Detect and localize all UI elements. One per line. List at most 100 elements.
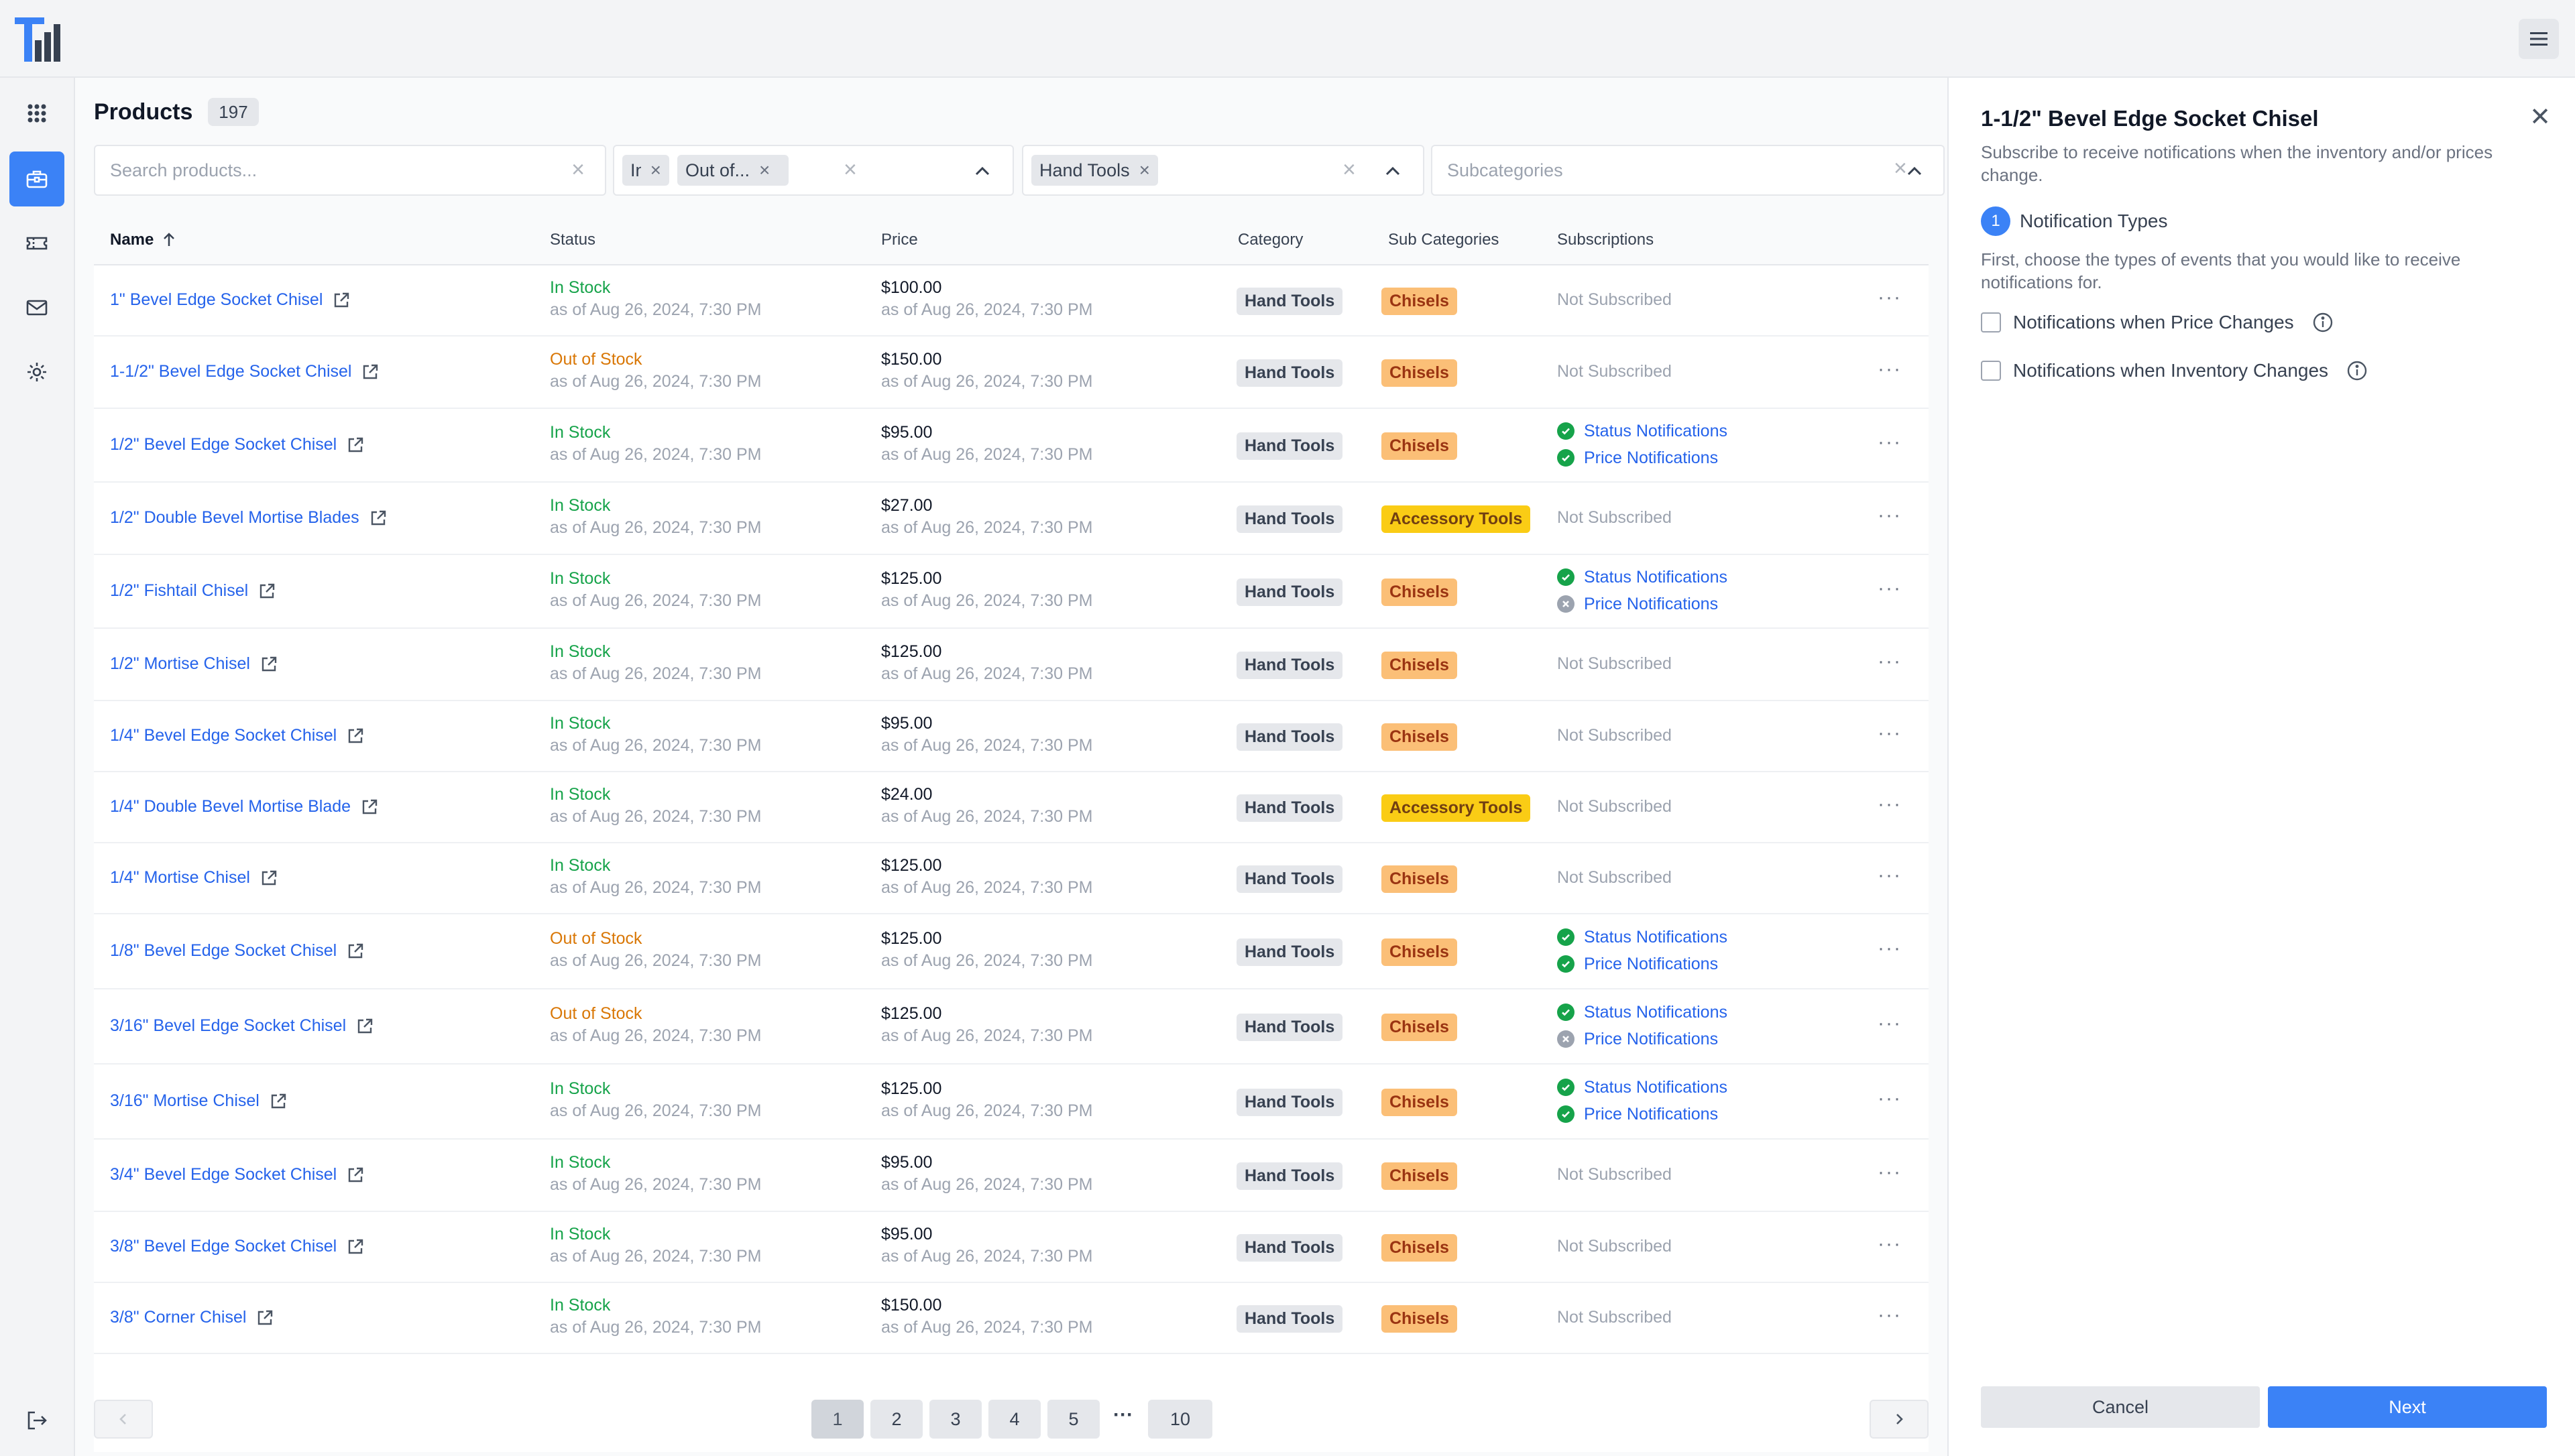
product-name-link[interactable]: 1/4" Double Bevel Mortise Blade — [110, 797, 379, 816]
product-name-link[interactable]: 3/4" Bevel Edge Socket Chisel — [110, 1165, 365, 1185]
external-link-icon[interactable] — [346, 436, 365, 454]
external-link-icon[interactable] — [369, 509, 388, 528]
page-button-2[interactable]: 2 — [870, 1400, 923, 1439]
menu-button[interactable] — [2519, 19, 2559, 59]
status-chip-out-of-stock[interactable]: Out of... × — [677, 155, 789, 186]
table-row[interactable]: 1/2" Double Bevel Mortise Blades In Stock… — [94, 483, 1929, 555]
next-page-button[interactable] — [1870, 1400, 1929, 1439]
column-header-status[interactable]: Status — [550, 231, 595, 249]
row-actions-button[interactable]: ··· — [1878, 577, 1902, 600]
table-row[interactable]: 3/16" Mortise Chisel In Stock as of Aug 26… — [94, 1065, 1929, 1140]
subscription-item[interactable]: Price Notifications — [1557, 1026, 1727, 1052]
row-actions-button[interactable]: ··· — [1878, 1012, 1902, 1035]
row-actions-button[interactable]: ··· — [1878, 431, 1902, 454]
subscription-item[interactable]: Price Notifications — [1557, 591, 1727, 617]
chevron-up-icon[interactable] — [1383, 161, 1403, 181]
info-icon[interactable] — [2346, 359, 2368, 382]
row-actions-button[interactable]: ··· — [1878, 793, 1902, 816]
table-row[interactable]: 3/4" Bevel Edge Socket Chisel In Stock as … — [94, 1140, 1929, 1212]
external-link-icon[interactable] — [360, 798, 379, 816]
subscription-item[interactable]: Status Notifications — [1557, 418, 1727, 444]
clear-all-filters-icon[interactable]: × — [1894, 156, 1907, 182]
inventory-change-checkbox[interactable] — [1981, 361, 2001, 381]
table-row[interactable]: 1/4" Bevel Edge Socket Chisel In Stock as … — [94, 701, 1929, 772]
table-row[interactable]: 1/4" Mortise Chisel In Stock as of Aug 26,… — [94, 843, 1929, 914]
row-actions-button[interactable]: ··· — [1878, 1087, 1902, 1110]
sidebar-item-settings[interactable] — [9, 345, 64, 400]
chevron-up-icon[interactable] — [1904, 161, 1925, 181]
row-actions-button[interactable]: ··· — [1878, 286, 1902, 309]
row-actions-button[interactable]: ··· — [1878, 1233, 1902, 1256]
column-header-price[interactable]: Price — [881, 231, 918, 249]
product-name-link[interactable]: 1/2" Fishtail Chisel — [110, 581, 276, 601]
external-link-icon[interactable] — [346, 1237, 365, 1256]
table-row[interactable]: 1/8" Bevel Edge Socket Chisel Out of Stoc… — [94, 914, 1929, 989]
chevron-up-icon[interactable] — [972, 161, 992, 181]
product-name-link[interactable]: 1/4" Bevel Edge Socket Chisel — [110, 726, 365, 745]
column-header-name[interactable]: Name — [110, 231, 178, 249]
sidebar-item-apps[interactable] — [9, 86, 64, 141]
table-row[interactable]: 1-1/2" Bevel Edge Socket Chisel Out of St… — [94, 337, 1929, 409]
table-row[interactable]: 1/2" Fishtail Chisel In Stock as of Aug 26… — [94, 555, 1929, 629]
row-actions-button[interactable]: ··· — [1878, 1161, 1902, 1184]
clear-status-icon[interactable]: × — [844, 157, 857, 183]
category-filter[interactable]: Hand Tools × × — [1022, 145, 1424, 196]
table-row[interactable]: 3/16" Bevel Edge Socket Chisel Out of Sto… — [94, 989, 1929, 1065]
product-name-link[interactable]: 1/2" Double Bevel Mortise Blades — [110, 508, 388, 528]
subscription-item[interactable]: Status Notifications — [1557, 999, 1727, 1026]
logout-button[interactable] — [9, 1393, 64, 1448]
status-filter[interactable]: In ... × Out of... × × — [613, 145, 1014, 196]
clear-category-icon[interactable]: × — [1342, 157, 1356, 183]
row-actions-button[interactable]: ··· — [1878, 358, 1902, 381]
external-link-icon[interactable] — [361, 363, 380, 381]
product-name-link[interactable]: 1/4" Mortise Chisel — [110, 868, 278, 888]
product-name-link[interactable]: 1" Bevel Edge Socket Chisel — [110, 290, 351, 310]
product-name-link[interactable]: 3/8" Corner Chisel — [110, 1308, 274, 1327]
sidebar-item-products[interactable] — [9, 151, 64, 206]
next-button[interactable]: Next — [2268, 1386, 2547, 1428]
subscription-item[interactable]: Status Notifications — [1557, 1074, 1727, 1101]
remove-chip-icon[interactable]: × — [650, 160, 661, 181]
product-name-link[interactable]: 1/2" Mortise Chisel — [110, 654, 278, 674]
close-icon[interactable]: ✕ — [2529, 102, 2551, 132]
price-change-checkbox[interactable] — [1981, 312, 2001, 332]
table-row[interactable]: 1/2" Mortise Chisel In Stock as of Aug 26,… — [94, 629, 1929, 701]
subscription-item[interactable]: Status Notifications — [1557, 564, 1727, 591]
external-link-icon[interactable] — [258, 582, 276, 601]
external-link-icon[interactable] — [346, 727, 365, 745]
search-input[interactable]: Search products... × — [94, 145, 606, 196]
row-actions-button[interactable]: ··· — [1878, 864, 1902, 887]
page-button-1[interactable]: 1 — [811, 1400, 864, 1439]
product-name-link[interactable]: 3/16" Bevel Edge Socket Chisel — [110, 1016, 374, 1036]
product-name-link[interactable]: 1/2" Bevel Edge Socket Chisel — [110, 435, 365, 454]
status-chip-in-stock[interactable]: In ... × — [622, 155, 669, 186]
table-row[interactable]: 1/4" Double Bevel Mortise Blade In Stock a… — [94, 772, 1929, 843]
table-row[interactable]: 3/8" Corner Chisel In Stock as of Aug 26, … — [94, 1283, 1929, 1354]
clear-search-icon[interactable]: × — [571, 157, 585, 183]
table-row[interactable]: 1" Bevel Edge Socket Chisel In Stock as of… — [94, 265, 1929, 337]
remove-chip-icon[interactable]: × — [759, 160, 770, 181]
page-button-3[interactable]: 3 — [929, 1400, 982, 1439]
table-row[interactable]: 3/8" Bevel Edge Socket Chisel In Stock as … — [94, 1212, 1929, 1283]
sidebar-item-tickets[interactable] — [9, 216, 64, 271]
external-link-icon[interactable] — [355, 1017, 374, 1036]
row-actions-button[interactable]: ··· — [1878, 722, 1902, 745]
external-link-icon[interactable] — [332, 291, 351, 310]
subscription-item[interactable]: Price Notifications — [1557, 444, 1727, 471]
info-icon[interactable] — [2311, 311, 2334, 334]
app-logo[interactable] — [15, 17, 63, 62]
sidebar-item-mail[interactable] — [9, 280, 64, 335]
product-name-link[interactable]: 3/8" Bevel Edge Socket Chisel — [110, 1237, 365, 1256]
cancel-button[interactable]: Cancel — [1981, 1386, 2260, 1428]
product-name-link[interactable]: 1-1/2" Bevel Edge Socket Chisel — [110, 362, 380, 381]
subscription-item[interactable]: Status Notifications — [1557, 924, 1727, 951]
page-button-5[interactable]: 5 — [1047, 1400, 1100, 1439]
external-link-icon[interactable] — [260, 655, 278, 674]
subcategory-filter[interactable]: Subcategories — [1431, 145, 1945, 196]
external-link-icon[interactable] — [255, 1309, 274, 1327]
price-change-option[interactable]: Notifications when Price Changes — [1981, 311, 2334, 334]
previous-page-button[interactable] — [94, 1400, 153, 1439]
page-button-4[interactable]: 4 — [988, 1400, 1041, 1439]
remove-chip-icon[interactable]: × — [1139, 160, 1150, 181]
subscription-item[interactable]: Price Notifications — [1557, 951, 1727, 977]
